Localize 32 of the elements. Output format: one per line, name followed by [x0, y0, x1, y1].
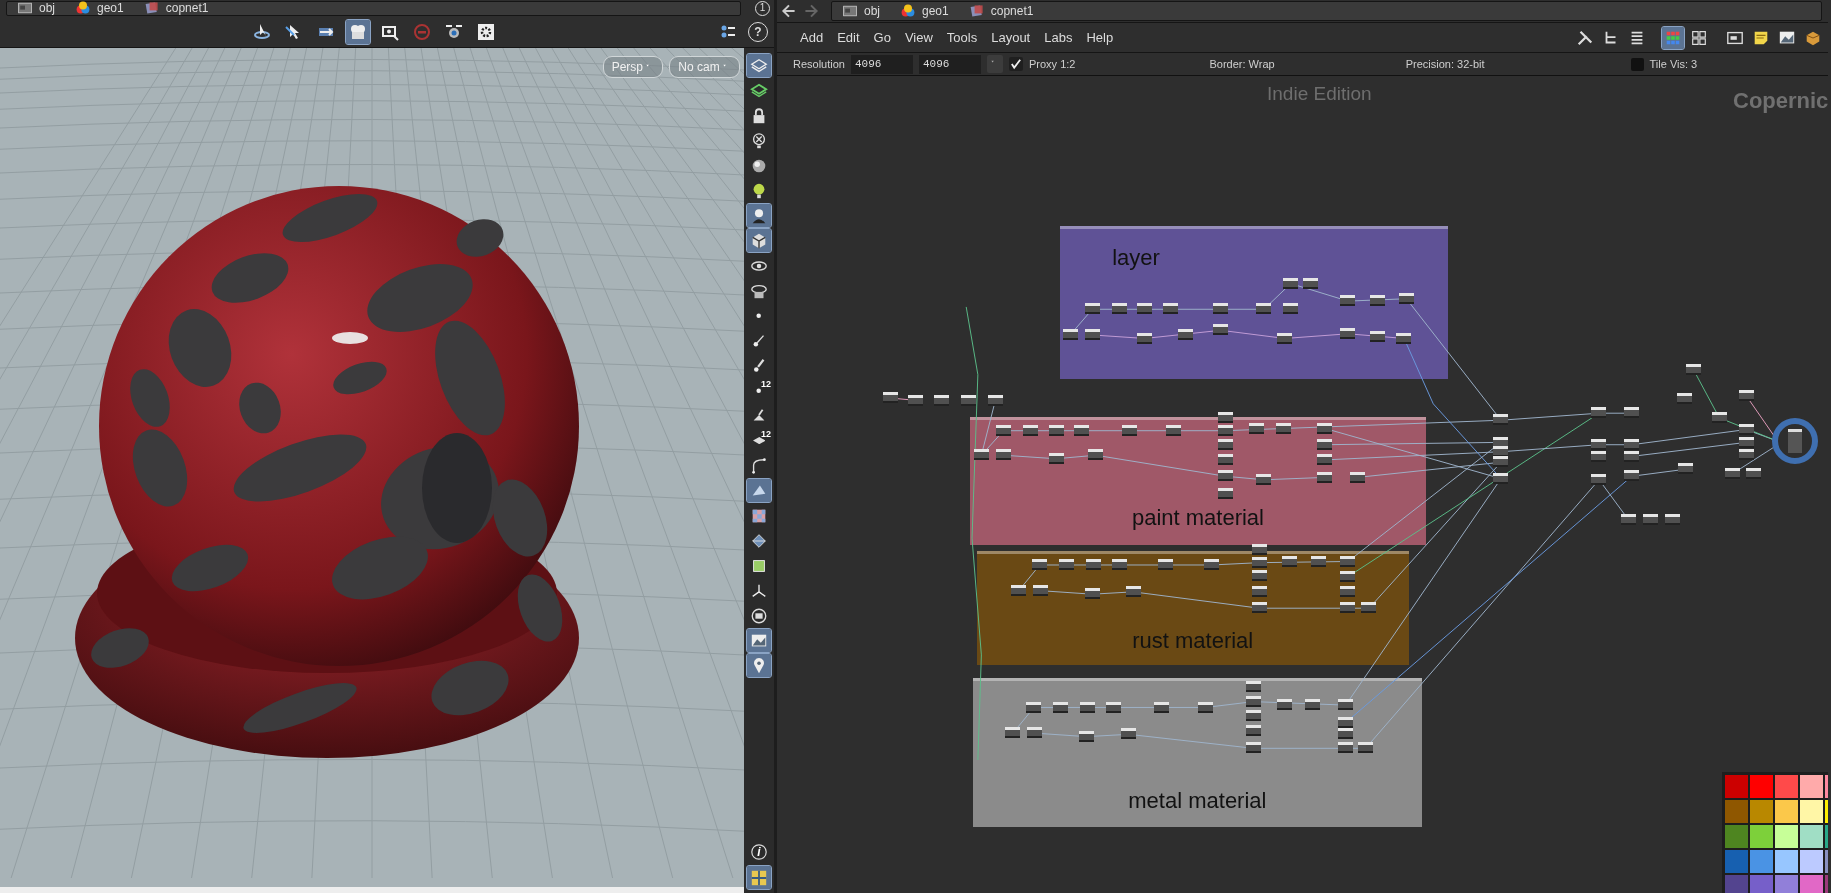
network-box[interactable]: paint material — [969, 416, 1427, 546]
breadcrumb-item[interactable]: obj — [838, 2, 894, 20]
menu-item[interactable]: Tools — [939, 25, 985, 50]
menu-item[interactable]: Labs — [1037, 25, 1080, 50]
network-box-title: layer — [1112, 244, 1160, 273]
network-box[interactable]: metal material — [973, 678, 1422, 827]
breadcrumb-item[interactable]: copnet1 — [139, 0, 223, 17]
border-label: Border: Wrap — [1209, 56, 1275, 72]
breadcrumb-item[interactable]: geo1 — [896, 2, 963, 20]
context-label: Copernic — [1733, 87, 1828, 115]
width-field[interactable]: 4096 — [851, 54, 913, 74]
breadcrumb-item[interactable]: geo1 — [71, 0, 138, 17]
edition-label: Indie Edition — [1267, 82, 1372, 106]
breadcrumb-item[interactable]: obj — [13, 0, 69, 17]
proxy-label: Proxy 1:2 — [1029, 56, 1076, 72]
stack-tool-button[interactable]: 12 — [747, 429, 771, 452]
network-box-title: paint material — [1131, 504, 1264, 533]
menu-item[interactable]: Add — [793, 25, 831, 50]
menu-item[interactable]: View — [897, 25, 940, 50]
network-box-title: metal material — [1128, 787, 1267, 815]
tile-vis-label: Tile Vis: 3 — [1649, 56, 1698, 72]
menu-item[interactable]: Go — [866, 25, 898, 50]
dot-tool-button[interactable]: 12 — [747, 379, 771, 402]
precision-label: Precision: 32-bit — [1405, 56, 1485, 72]
height-field[interactable]: 4096 — [919, 54, 981, 74]
resolution-label: Resolution — [793, 56, 845, 72]
menu-item[interactable]: Edit — [830, 25, 867, 50]
menu-item[interactable]: Help — [1079, 25, 1121, 50]
menu-item[interactable]: Layout — [984, 25, 1038, 50]
breadcrumb-item[interactable]: copnet1 — [964, 2, 1048, 20]
network-box-title: rust material — [1132, 627, 1254, 656]
info-tool-button[interactable]: i — [747, 840, 771, 863]
